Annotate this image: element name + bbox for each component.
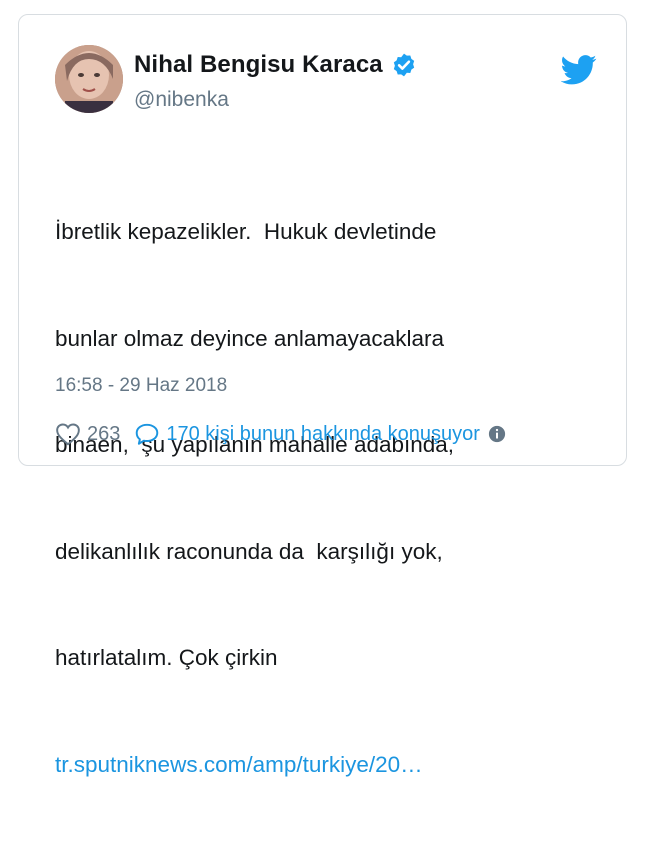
name-row: Nihal Bengisu Karaca xyxy=(134,51,417,79)
info-icon[interactable] xyxy=(488,425,506,443)
tweet-line: hatırlatalım. Çok çirkin xyxy=(55,645,278,670)
speech-bubble-icon[interactable] xyxy=(134,422,160,446)
display-name[interactable]: Nihal Bengisu Karaca xyxy=(134,51,383,79)
avatar[interactable] xyxy=(55,45,123,113)
tweet-line: bunlar olmaz deyince anlamayacaklara xyxy=(55,325,444,351)
tweet-actions: 263 170 kişi bunun hakkında konuşuyor xyxy=(55,422,506,446)
conversation-link[interactable]: 170 kişi bunun hakkında konuşuyor xyxy=(166,423,480,446)
tweet-line: delikanlılık raconunda da karşılığı yok, xyxy=(55,538,443,564)
user-handle[interactable]: @nibenka xyxy=(134,88,229,112)
twitter-bird-icon[interactable] xyxy=(561,55,597,85)
tweet-text: İbretlik kepazelikler. Hukuk devletinde … xyxy=(55,143,595,853)
like-count[interactable]: 263 xyxy=(87,423,120,446)
avatar-photo xyxy=(55,45,123,113)
tweet-timestamp[interactable]: 16:58 - 29 Haz 2018 xyxy=(55,375,227,397)
heart-icon[interactable] xyxy=(55,422,81,446)
tweet-link[interactable]: tr.sputniknews.com/amp/turkiye/20… xyxy=(55,747,595,783)
verified-badge-icon xyxy=(393,53,414,77)
tweet-line: İbretlik kepazelikler. Hukuk devletinde xyxy=(55,219,437,244)
tweet-card: Nihal Bengisu Karaca @nibenka İbretlik k… xyxy=(18,14,627,777)
